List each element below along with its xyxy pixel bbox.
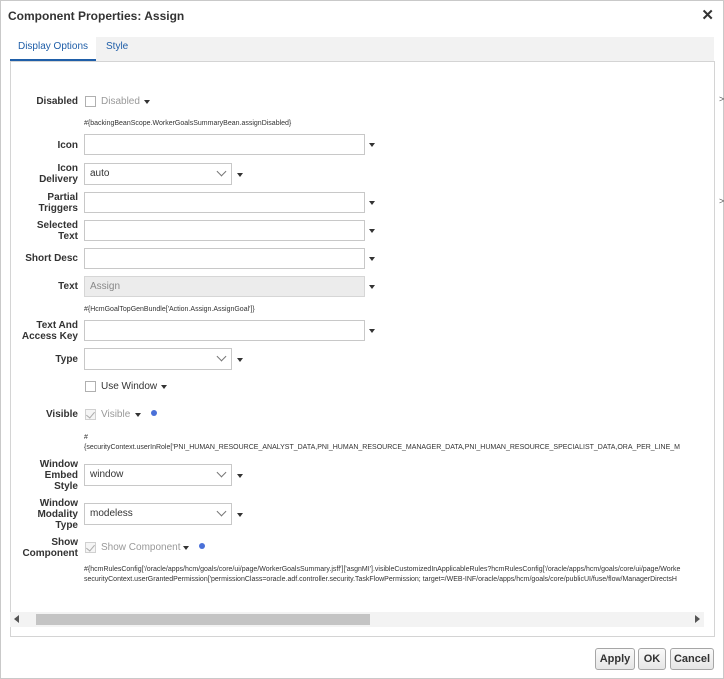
text-access-key-label-line2: Access Key	[21, 331, 78, 342]
window-embed-style-label-line2: Embed	[44, 470, 78, 481]
text-input[interactable]: Assign	[84, 276, 365, 297]
apply-button[interactable]: Apply	[595, 648, 635, 670]
partial-triggers-label-line1: Partial	[47, 192, 78, 203]
info-dot-icon	[199, 543, 205, 549]
text-access-key-label-line1: Text And	[36, 320, 78, 331]
visible-el-expression: {securityContext.userInRole['PNI_HUMAN_R…	[84, 444, 680, 451]
visible-menu-icon[interactable]	[135, 413, 141, 417]
window-modality-type-menu-icon[interactable]	[237, 513, 243, 517]
visible-label: Visible	[45, 409, 78, 420]
window-modality-type-label: Window Modality Type	[11, 498, 78, 531]
disabled-label: Disabled	[36, 96, 78, 107]
use-window-label: Use Window	[101, 381, 158, 392]
window-modality-type-label-line1: Window	[39, 498, 78, 509]
dialog-title: Component Properties: Assign	[8, 9, 185, 23]
show-component-checkbox-label: Show Component	[101, 542, 181, 553]
partial-triggers-label: Partial Triggers	[11, 192, 78, 214]
disabled-menu-icon[interactable]	[144, 100, 150, 104]
window-embed-style-label-line3: Style	[54, 481, 78, 492]
selected-text-label-line1: Selected	[36, 220, 78, 231]
text-label: Text	[58, 281, 78, 292]
close-icon[interactable]: ✕	[701, 6, 714, 24]
horizontal-scrollbar[interactable]	[10, 612, 704, 627]
selected-text-input[interactable]	[84, 220, 365, 241]
scroll-right-icon[interactable]	[695, 615, 700, 623]
ok-button[interactable]: OK	[638, 648, 666, 670]
show-component-label-line2: Component	[22, 548, 78, 559]
display-options-panel: Disabled Disabled #{backingBeanScope.Wor…	[10, 61, 715, 637]
selected-text-menu-icon[interactable]	[369, 229, 375, 233]
show-component-el-line2: securityContext.userGrantedPermission['p…	[84, 576, 677, 583]
scrollbar-thumb[interactable]	[36, 614, 370, 625]
text-access-key-menu-icon[interactable]	[369, 329, 375, 333]
chevron-down-icon	[216, 467, 227, 478]
use-window-checkbox[interactable]	[85, 381, 96, 392]
selected-text-label: Selected Text	[11, 220, 78, 242]
cancel-button[interactable]: Cancel	[670, 648, 714, 670]
icon-delivery-menu-icon[interactable]	[237, 173, 243, 177]
window-embed-style-select[interactable]: window	[84, 464, 232, 486]
window-embed-style-label: Window Embed Style	[11, 459, 78, 492]
short-desc-menu-icon[interactable]	[369, 257, 375, 261]
text-access-key-input[interactable]	[84, 320, 365, 341]
icon-delivery-label-line2: Delivery	[39, 174, 78, 185]
icon-label: Icon	[57, 140, 78, 151]
visible-checkbox[interactable]	[85, 409, 96, 420]
show-component-el-line1: #{hcmRulesConfig['/oracle/apps/hcm/goals…	[84, 566, 681, 573]
disabled-checkbox-label: Disabled	[101, 96, 140, 107]
window-modality-type-label-line2: Modality	[37, 509, 78, 520]
partial-triggers-menu-icon[interactable]	[369, 201, 375, 205]
window-modality-type-select[interactable]: modeless	[84, 503, 232, 525]
short-desc-input[interactable]	[84, 248, 365, 269]
type-select[interactable]	[84, 348, 232, 370]
component-properties-dialog: Component Properties: Assign ✕ Display O…	[0, 0, 724, 679]
selected-text-label-line2: Text	[58, 231, 78, 242]
icon-input[interactable]	[84, 134, 365, 155]
icon-menu-icon[interactable]	[369, 143, 375, 147]
show-component-label-line1: Show	[51, 537, 78, 548]
right-edge	[714, 37, 723, 635]
use-window-menu-icon[interactable]	[161, 385, 167, 389]
type-menu-icon[interactable]	[237, 358, 243, 362]
partial-triggers-label-line2: Triggers	[38, 203, 78, 214]
text-menu-icon[interactable]	[369, 285, 375, 289]
icon-delivery-value: auto	[90, 168, 110, 179]
disabled-checkbox[interactable]	[85, 96, 96, 107]
visible-el-hash: #	[84, 434, 88, 441]
window-embed-style-menu-icon[interactable]	[237, 474, 243, 478]
scroll-left-icon[interactable]	[14, 615, 19, 623]
show-component-label: Show Component	[11, 537, 78, 559]
tab-bar: Display Options Style	[10, 37, 714, 61]
window-modality-type-value: modeless	[90, 508, 133, 519]
icon-delivery-label-line1: Icon	[57, 163, 78, 174]
window-embed-style-value: window	[90, 469, 124, 480]
short-desc-label: Short Desc	[25, 253, 78, 264]
chevron-down-icon	[216, 506, 227, 517]
info-dot-icon	[151, 410, 157, 416]
text-access-key-label: Text And Access Key	[11, 320, 78, 342]
tab-style[interactable]: Style	[106, 37, 128, 59]
icon-delivery-label: Icon Delivery	[11, 163, 78, 185]
visible-checkbox-label: Visible	[101, 409, 131, 420]
tab-display-options[interactable]: Display Options	[10, 37, 96, 61]
chevron-down-icon	[216, 351, 227, 362]
partial-triggers-input[interactable]	[84, 192, 365, 213]
text-el-expression: #{HcmGoalTopGenBundle['Action.Assign.Ass…	[84, 306, 255, 313]
dialog-titlebar: Component Properties: Assign ✕	[1, 1, 723, 31]
edge-chevron-icon: >	[719, 196, 724, 206]
show-component-menu-icon[interactable]	[183, 546, 189, 550]
checkmark-icon	[86, 542, 95, 552]
checkmark-icon	[86, 409, 95, 419]
window-modality-type-label-line3: Type	[55, 520, 78, 531]
type-label: Type	[55, 354, 78, 365]
show-component-checkbox[interactable]	[85, 542, 96, 553]
window-embed-style-label-line1: Window	[39, 459, 78, 470]
chevron-down-icon	[216, 166, 227, 177]
disabled-el-expression: #{backingBeanScope.WorkerGoalsSummaryBea…	[84, 120, 292, 127]
edge-chevron-icon: >	[719, 94, 724, 104]
icon-delivery-select[interactable]: auto	[84, 163, 232, 185]
